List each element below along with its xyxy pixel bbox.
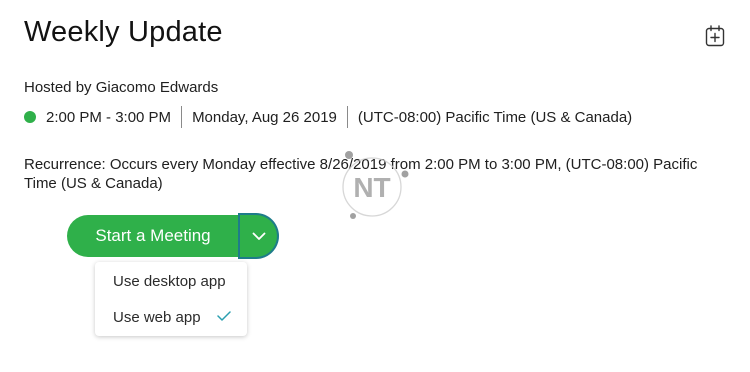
menu-item-desktop-app[interactable]: Use desktop app	[95, 263, 247, 299]
calendar-add-icon	[705, 25, 725, 47]
check-icon	[217, 311, 231, 321]
meeting-timezone: (UTC-08:00) Pacific Time (US & Canada)	[357, 108, 633, 126]
start-options-toggle[interactable]	[240, 215, 277, 257]
meeting-title: Weekly Update	[24, 16, 223, 48]
divider	[181, 106, 183, 128]
status-dot	[24, 111, 36, 123]
meeting-date: Monday, Aug 26 2019	[192, 108, 337, 126]
join-options-menu: Use desktop app Use web app	[95, 262, 247, 336]
start-meeting-split-button: Start a Meeting	[67, 215, 277, 257]
host-label: Hosted by Giacomo Edwards	[24, 79, 219, 96]
divider	[346, 106, 348, 128]
meeting-time-range: 2:00 PM - 3:00 PM	[46, 108, 172, 126]
meeting-time-row: 2:00 PM - 3:00 PM Monday, Aug 26 2019 (U…	[24, 105, 632, 129]
recurrence-text: Recurrence: Occurs every Monday effectiv…	[24, 156, 698, 192]
menu-item-web-app[interactable]: Use web app	[95, 299, 247, 335]
chevron-down-icon	[252, 232, 265, 240]
menu-item-label: Use web app	[113, 308, 201, 326]
start-meeting-button[interactable]: Start a Meeting	[67, 215, 239, 257]
menu-item-label: Use desktop app	[113, 272, 226, 290]
add-to-calendar-button[interactable]	[703, 24, 727, 48]
